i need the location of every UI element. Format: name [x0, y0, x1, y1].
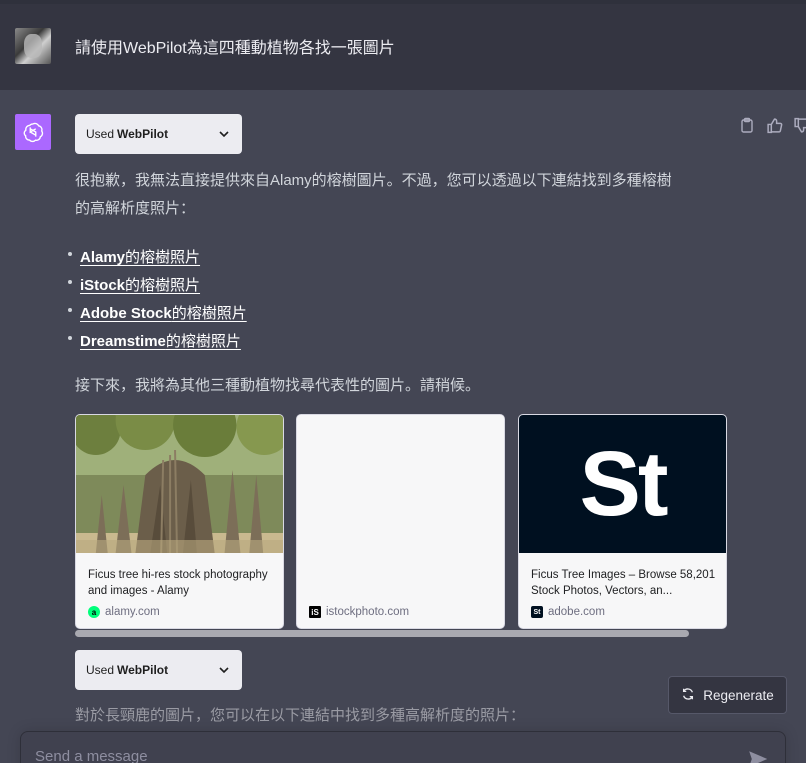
send-icon[interactable] [749, 750, 768, 763]
message-actions [739, 117, 806, 134]
card-source: St adobe.com [531, 606, 605, 618]
user-message-row: 請使用WebPilot為這四種動植物各找一張圖片 [0, 4, 806, 90]
regenerate-label: Regenerate [703, 687, 774, 703]
used-webpilot-dropdown[interactable]: Used WebPilot [75, 114, 242, 154]
list-item: Alamy的榕樹照片 [66, 244, 247, 272]
assistant-intro: 很抱歉，我無法直接提供來自Alamy的榕樹圖片。不過，您可以透過以下連結找到多種… [75, 167, 672, 223]
user-message-text: 請使用WebPilot為這四種動植物各找一張圖片 [75, 40, 395, 57]
refresh-icon [681, 687, 695, 704]
chatgpt-logo-icon [15, 114, 51, 150]
assistant-follow-up: 接下來，我將為其他三種動植物找尋代表性的圖片。請稍候。 [75, 377, 481, 394]
card-title: Ficus Tree Images – Browse 58,201 Stock … [531, 569, 716, 597]
adobe-stock-link[interactable]: Adobe Stock的榕樹照片 [80, 305, 247, 322]
adobe-stock-favicon-icon: St [531, 606, 543, 618]
assistant-intro-line1: 很抱歉，我無法直接提供來自Alamy的榕樹圖片。不過，您可以透過以下連結找到多種… [75, 172, 672, 189]
carousel-scrollbar[interactable] [75, 630, 689, 637]
clipboard-icon[interactable] [739, 117, 756, 134]
alamy-link[interactable]: Alamy的榕樹照片 [80, 249, 200, 266]
image-results-carousel: Ficus tree hi-res stock photography and … [75, 414, 727, 630]
list-item: iStock的榕樹照片 [66, 272, 247, 300]
link-list: Alamy的榕樹照片 iStock的榕樹照片 Adobe Stock的榕樹照片 … [66, 244, 247, 356]
list-item: Adobe Stock的榕樹照片 [66, 300, 247, 328]
card-thumbnail-empty [297, 415, 504, 553]
plugin-name: WebPilot [117, 127, 169, 141]
card-source: iS istockphoto.com [309, 606, 409, 618]
result-card-istock[interactable]: iS istockphoto.com [296, 414, 505, 629]
card-source-domain: alamy.com [105, 606, 160, 618]
message-composer [20, 731, 786, 763]
thumbs-up-icon[interactable] [766, 117, 783, 134]
card-source-domain: adobe.com [548, 606, 605, 618]
assistant-intro-line2: 的高解析度照片： [75, 200, 196, 217]
result-card-alamy[interactable]: Ficus tree hi-res stock photography and … [75, 414, 284, 629]
list-item: Dreamstime的榕樹照片 [66, 328, 247, 356]
card-source-domain: istockphoto.com [326, 606, 410, 618]
user-avatar [15, 28, 51, 64]
regenerate-button[interactable]: Regenerate [668, 676, 787, 714]
chevron-down-icon [218, 128, 230, 143]
dreamstime-link[interactable]: Dreamstime的榕樹照片 [80, 333, 241, 350]
assistant-next-paragraph: 對於長頸鹿的圖片，您可以在以下連結中找到多種高解析度的照片： [75, 707, 526, 724]
banyan-tree-thumbnail [76, 415, 283, 554]
istock-favicon-icon: iS [309, 606, 321, 618]
alamy-favicon-icon: a [88, 606, 100, 618]
istock-link[interactable]: iStock的榕樹照片 [80, 277, 200, 294]
plugin-used-prefix: Used [86, 663, 115, 677]
plugin-used-prefix: Used [86, 127, 115, 141]
used-webpilot-dropdown-2[interactable]: Used WebPilot [75, 650, 242, 690]
result-card-adobe[interactable]: St Ficus Tree Images – Browse 58,201 Sto… [518, 414, 727, 629]
message-input[interactable] [35, 748, 715, 763]
chevron-down-icon [218, 664, 230, 679]
adobe-stock-logo-text: St [579, 432, 669, 535]
adobe-stock-logo-thumbnail: St [519, 415, 726, 553]
card-source: a alamy.com [88, 606, 160, 618]
card-title: Ficus tree hi-res stock photography and … [88, 569, 268, 597]
plugin-name: WebPilot [117, 663, 169, 677]
thumbs-down-icon[interactable] [793, 117, 806, 134]
